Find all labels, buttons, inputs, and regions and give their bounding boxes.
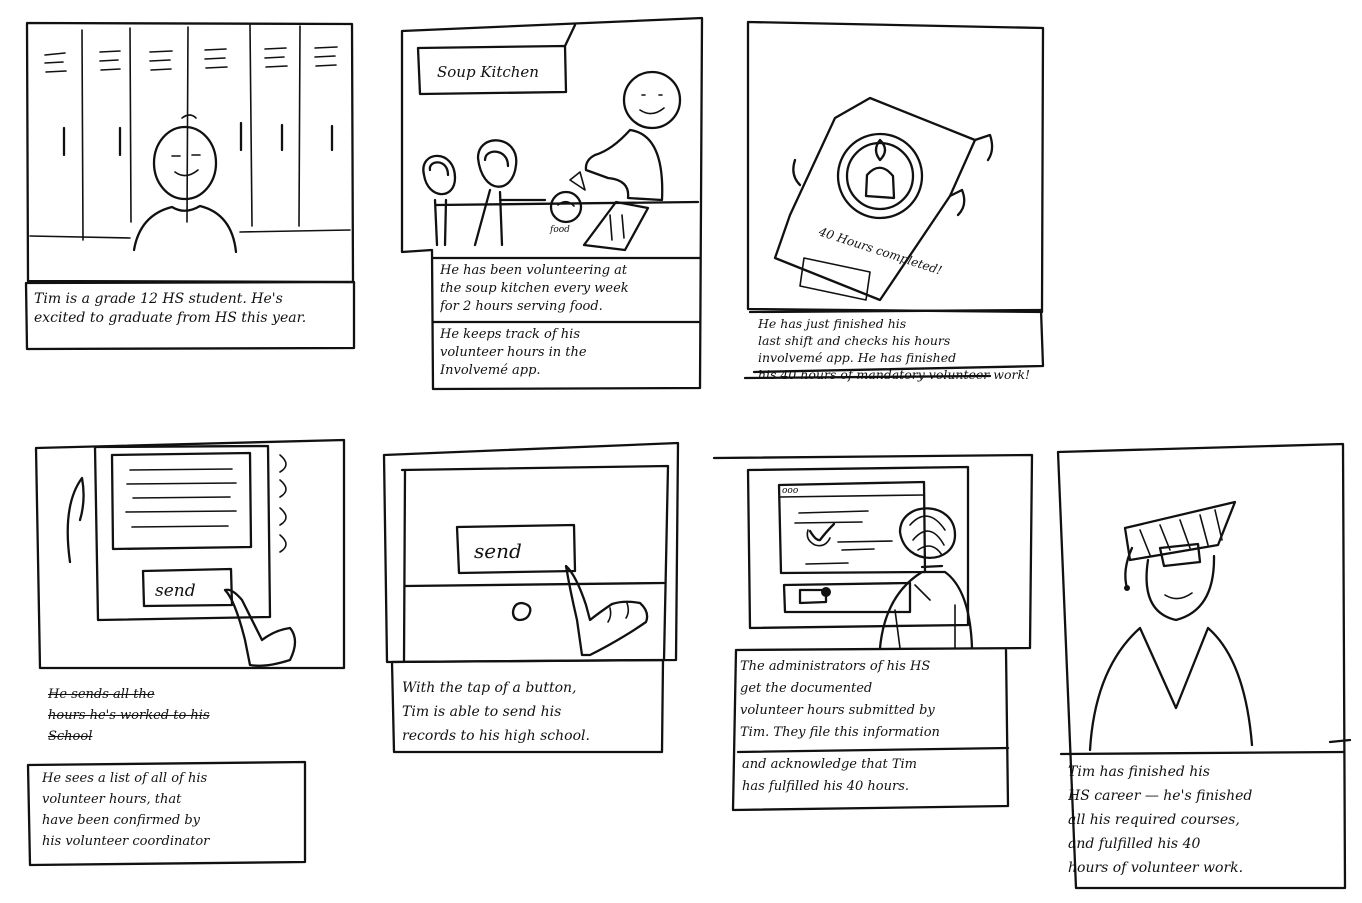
send-button-label-panel-5: send bbox=[474, 539, 522, 563]
panel-6-caption: The administrators of his HS get the doc… bbox=[740, 659, 940, 740]
panel-4-frame bbox=[36, 440, 344, 668]
panel-2-caption-continued: He keeps track of his volunteer hours in… bbox=[440, 327, 587, 378]
panel-4-struck-caption: He sends all the hours he's worked to hi… bbox=[48, 687, 210, 744]
food-label: food bbox=[549, 225, 570, 235]
send-screen bbox=[402, 466, 668, 662]
send-button-label-panel-4: send bbox=[155, 581, 196, 601]
phone-illustration bbox=[775, 98, 992, 300]
panel-5-caption: With the tap of a button, Tim is able to… bbox=[402, 680, 590, 744]
graduate-illustration bbox=[1090, 502, 1252, 750]
panel-6-caption-continued: and acknowledge that Tim has fulfilled h… bbox=[742, 757, 917, 794]
lockers-illustration bbox=[30, 25, 350, 252]
panel-2-caption: He has been volunteering at the soup kit… bbox=[440, 263, 629, 314]
panel-4-caption: He sees a list of all of his volunteer h… bbox=[42, 771, 210, 849]
panel-7-caption: Tim has finished his HS career — he's fi… bbox=[1068, 764, 1253, 876]
soup-kitchen-sign-label: Soup Kitchen bbox=[437, 63, 539, 81]
window-controls: ooo bbox=[782, 486, 799, 496]
soup-kitchen-illustration bbox=[423, 72, 698, 250]
hours-list-screen bbox=[68, 446, 295, 666]
soup-kitchen-sign bbox=[418, 25, 575, 94]
panel-1-caption: Tim is a grade 12 HS student. He's excit… bbox=[34, 291, 307, 326]
panel-3-caption: He has just finished his last shift and … bbox=[758, 316, 1031, 382]
